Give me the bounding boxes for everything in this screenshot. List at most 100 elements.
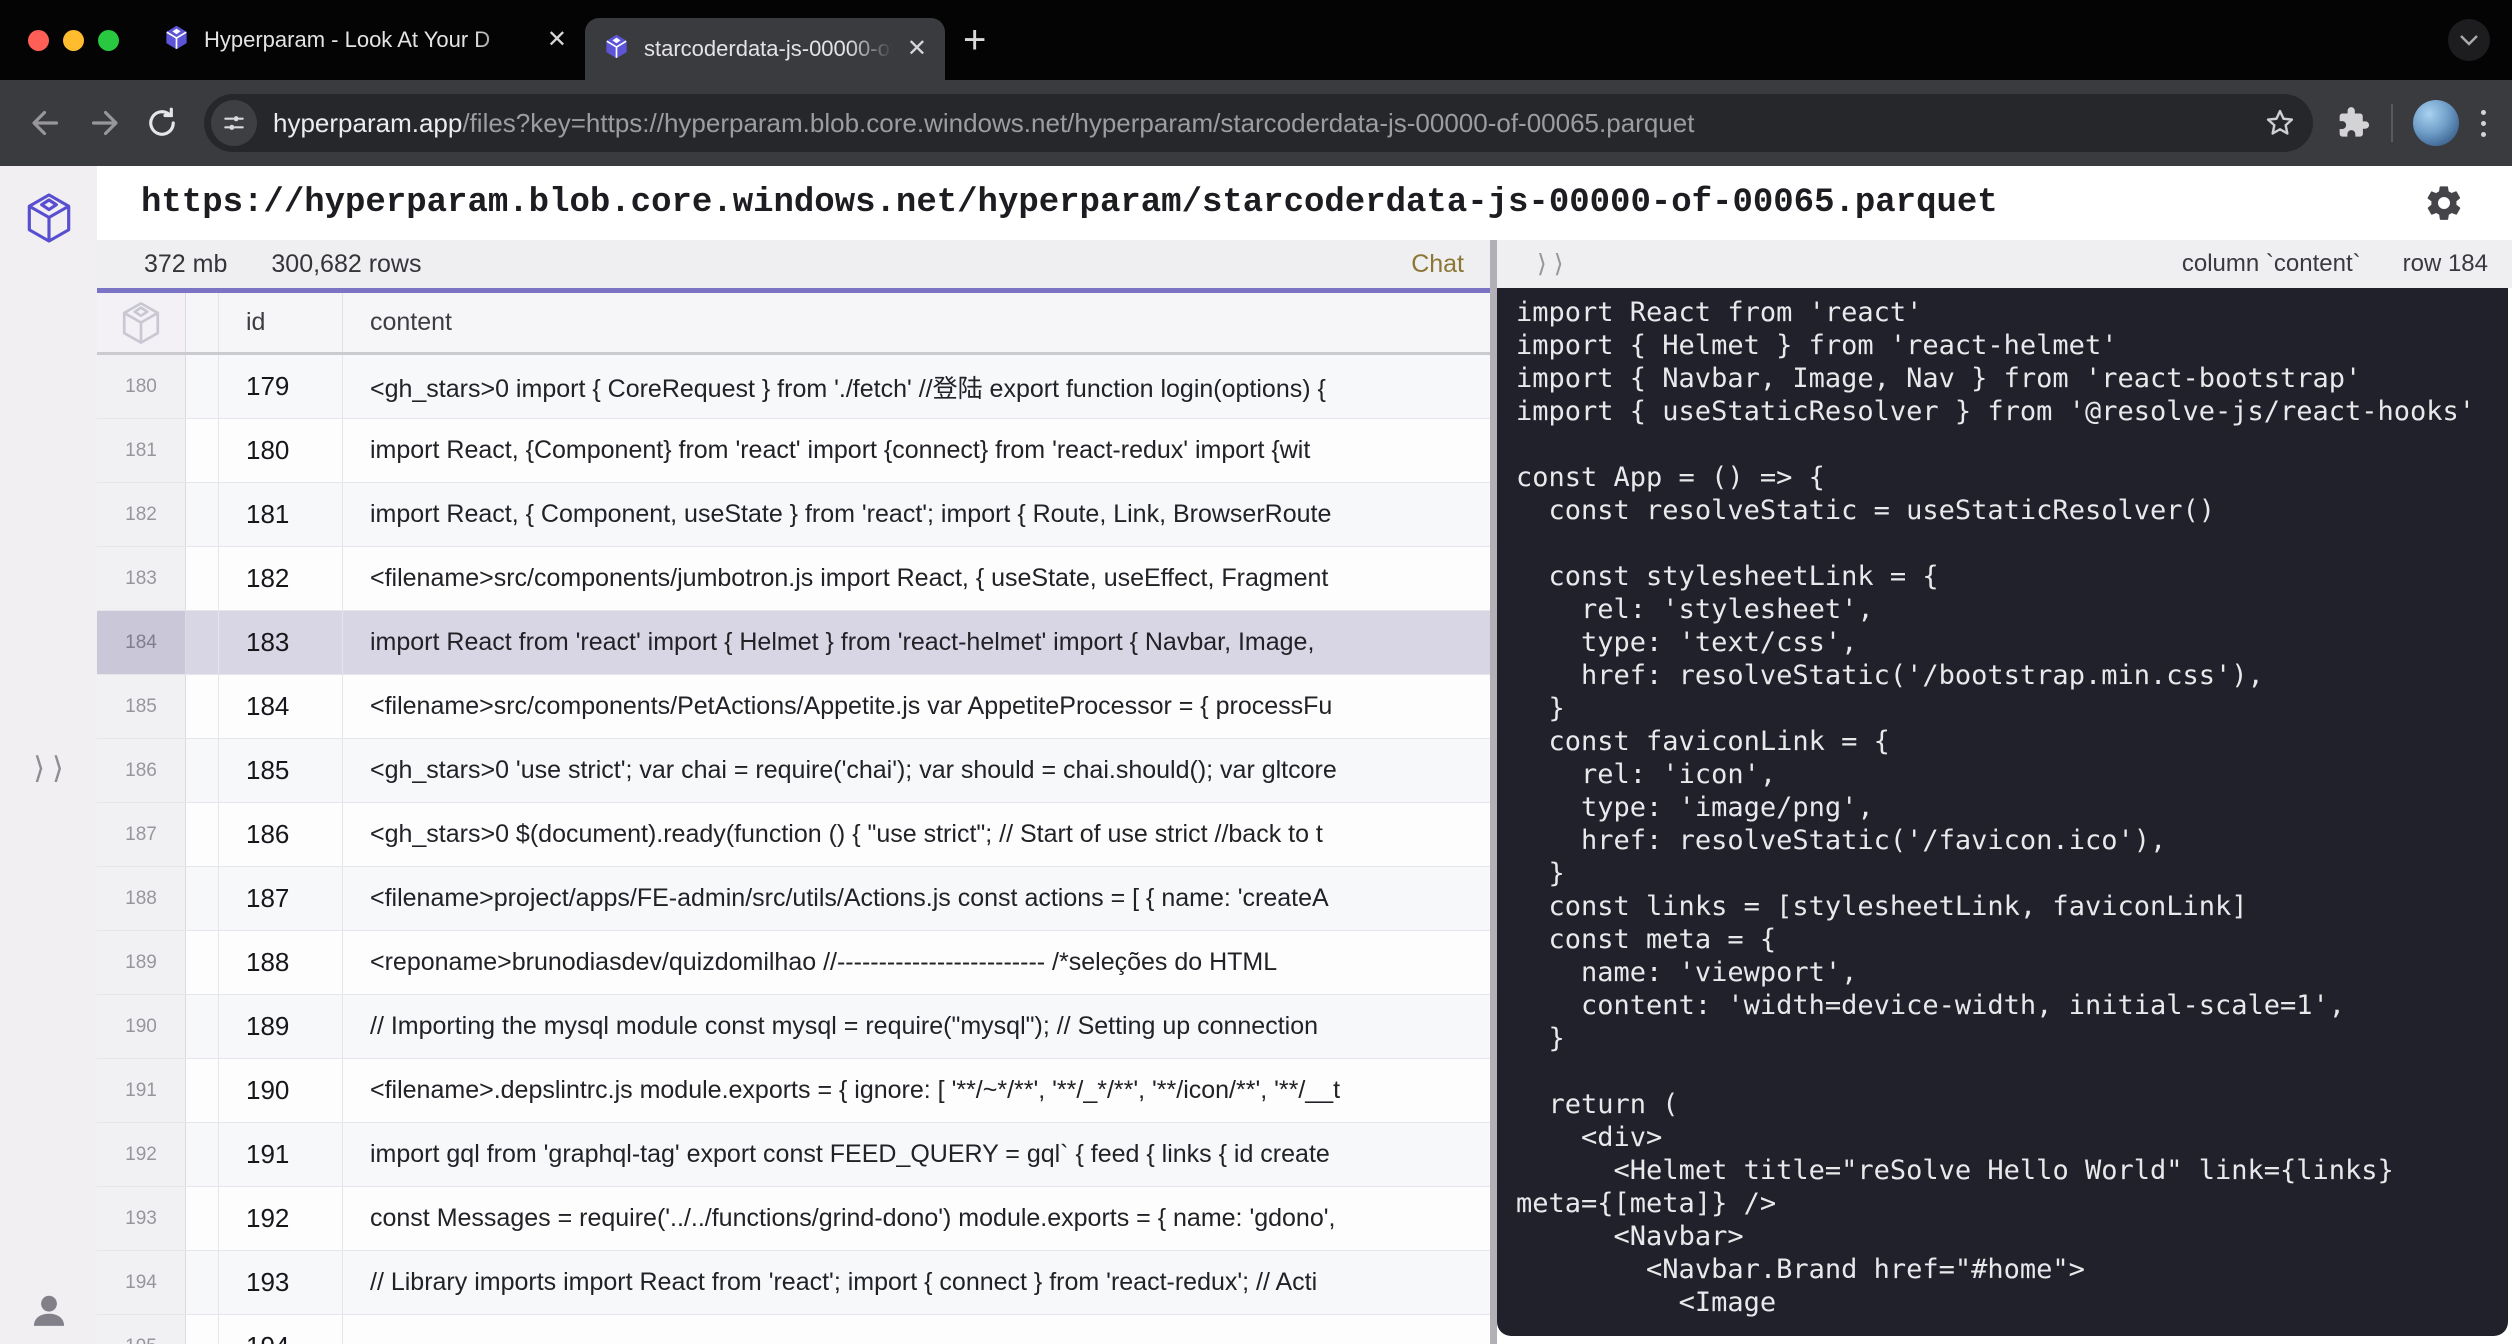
hyperparam-favicon-icon [163, 24, 190, 56]
tab-search-chevron-button[interactable] [2448, 19, 2490, 61]
row-content-cell[interactable]: import React, {Component} from 'react' i… [343, 419, 1490, 482]
row-number-cell[interactable]: 188 [97, 867, 186, 930]
row-number-cell[interactable]: 186 [97, 739, 186, 802]
row-number-cell[interactable]: 184 [97, 611, 186, 674]
row-content-cell[interactable]: import gql from 'graphql-tag' export con… [343, 1123, 1490, 1186]
column-header-id[interactable]: id [219, 293, 343, 352]
row-id-cell[interactable]: 193 [219, 1251, 343, 1314]
header-spacer-cell [186, 293, 219, 352]
address-bar[interactable]: hyperparam.app/files?key=https://hyperpa… [204, 94, 2313, 152]
table-row[interactable]: 192 191 import gql from 'graphql-tag' ex… [97, 1123, 1490, 1187]
row-content-cell[interactable]: <filename>.depslintrc.js module.exports … [343, 1059, 1490, 1122]
hyperparam-logo-icon[interactable] [22, 191, 76, 250]
zoom-window-button[interactable] [98, 30, 119, 51]
row-content-cell[interactable]: import React from 'react' import { Helme… [343, 611, 1490, 674]
browser-menu-button[interactable] [2475, 104, 2492, 143]
sidebar-collapse-chevrons[interactable]: ⟩⟩ [26, 751, 70, 786]
table-row[interactable]: 181 180 import React, {Component} from '… [97, 419, 1490, 483]
row-id-cell[interactable]: 182 [219, 547, 343, 610]
table-row[interactable]: 187 186 <gh_stars>0 $(document).ready(fu… [97, 803, 1490, 867]
table-row[interactable]: 189 188 <reponame>brunodiasdev/quizdomil… [97, 931, 1490, 995]
row-id-cell[interactable]: 188 [219, 931, 343, 994]
row-id-cell[interactable]: 190 [219, 1059, 343, 1122]
row-id-cell[interactable]: 187 [219, 867, 343, 930]
row-number-cell[interactable]: 189 [97, 931, 186, 994]
close-window-button[interactable] [28, 30, 49, 51]
back-button[interactable] [20, 97, 72, 149]
table-row[interactable]: 194 193 // Library imports import React … [97, 1251, 1490, 1315]
row-number-cell[interactable]: 195 [97, 1315, 186, 1344]
settings-gear-button[interactable] [2424, 183, 2464, 228]
table-row[interactable]: 188 187 <filename>project/apps/FE-admin/… [97, 867, 1490, 931]
row-number-cell[interactable]: 182 [97, 483, 186, 546]
tab-hyperparam-home[interactable]: Hyperparam - Look At Your D ✕ [145, 0, 585, 80]
row-number-cell[interactable]: 183 [97, 547, 186, 610]
row-content-cell[interactable]: const Messages = require('../../function… [343, 1187, 1490, 1250]
forward-button[interactable] [78, 97, 130, 149]
corner-logo-cell[interactable] [97, 293, 186, 352]
minimize-window-button[interactable] [63, 30, 84, 51]
row-id-cell[interactable]: 192 [219, 1187, 343, 1250]
row-content-cell[interactable]: <gh_stars>0 'use strict'; var chai = req… [343, 739, 1490, 802]
row-id-cell[interactable]: 181 [219, 483, 343, 546]
extensions-icon[interactable] [2333, 104, 2371, 142]
bookmark-star-icon[interactable] [2263, 106, 2297, 140]
table-row[interactable]: 183 182 <filename>src/components/jumbotr… [97, 547, 1490, 611]
row-id-cell[interactable]: 189 [219, 995, 343, 1058]
row-content-cell[interactable]: <filename>src/components/PetActions/Appe… [343, 675, 1490, 738]
row-number-cell[interactable]: 190 [97, 995, 186, 1058]
new-tab-button[interactable]: + [959, 20, 990, 60]
row-number-cell[interactable]: 191 [97, 1059, 186, 1122]
row-number-cell[interactable]: 180 [97, 355, 186, 418]
table-row[interactable]: 182 181 import React, { Component, useSt… [97, 483, 1490, 547]
row-content-cell[interactable] [343, 1315, 1490, 1344]
table-row[interactable]: 191 190 <filename>.depslintrc.js module.… [97, 1059, 1490, 1123]
row-content-cell[interactable]: <gh_stars>0 import { CoreRequest } from … [343, 355, 1490, 418]
row-id-cell[interactable]: 179 [219, 355, 343, 418]
url-text[interactable]: hyperparam.app/files?key=https://hyperpa… [273, 108, 2263, 139]
row-content-cell[interactable]: <filename>project/apps/FE-admin/src/util… [343, 867, 1490, 930]
column-header-content[interactable]: content [343, 293, 1490, 352]
tab-starcoderdata-active[interactable]: starcoderdata-js-00000-of-0 ✕ [585, 18, 945, 80]
row-number-cell[interactable]: 193 [97, 1187, 186, 1250]
row-id-cell[interactable]: 184 [219, 675, 343, 738]
row-id-cell[interactable]: 194 [219, 1315, 343, 1344]
chat-button[interactable]: Chat [1411, 250, 1464, 279]
row-spacer-cell [186, 867, 219, 930]
row-content-cell[interactable]: // Library imports import React from 're… [343, 1251, 1490, 1314]
table-row[interactable]: 190 189 // Importing the mysql module co… [97, 995, 1490, 1059]
row-spacer-cell [186, 355, 219, 418]
row-number-cell[interactable]: 185 [97, 675, 186, 738]
table-row[interactable]: 193 192 const Messages = require('../../… [97, 1187, 1490, 1251]
table-row[interactable]: 185 184 <filename>src/components/PetActi… [97, 675, 1490, 739]
row-number-cell[interactable]: 181 [97, 419, 186, 482]
table-row[interactable]: 186 185 <gh_stars>0 'use strict'; var ch… [97, 739, 1490, 803]
panel-resize-divider[interactable] [1490, 240, 1497, 1344]
row-id-cell[interactable]: 183 [219, 611, 343, 674]
table-row[interactable]: 180 179 <gh_stars>0 import { CoreRequest… [97, 355, 1490, 419]
row-id-cell[interactable]: 186 [219, 803, 343, 866]
row-id-cell[interactable]: 185 [219, 739, 343, 802]
close-tab-icon[interactable]: ✕ [907, 37, 927, 61]
row-content-cell[interactable]: <filename>src/components/jumbotron.js im… [343, 547, 1490, 610]
close-tab-icon[interactable]: ✕ [547, 28, 567, 52]
row-spacer-cell [186, 931, 219, 994]
row-id-cell[interactable]: 180 [219, 419, 343, 482]
app-sidebar: ⟩⟩ [0, 166, 97, 1344]
table-row[interactable]: 184 183 import React from 'react' import… [97, 611, 1490, 675]
table-row[interactable]: 195 194 [97, 1315, 1490, 1344]
row-content-cell[interactable]: import React, { Component, useState } fr… [343, 483, 1490, 546]
reload-button[interactable] [136, 97, 188, 149]
row-spacer-cell [186, 803, 219, 866]
row-number-cell[interactable]: 187 [97, 803, 186, 866]
person-icon[interactable] [30, 1291, 68, 1334]
row-content-cell[interactable]: <reponame>brunodiasdev/quizdomilhao //--… [343, 931, 1490, 994]
profile-avatar[interactable] [2413, 100, 2459, 146]
row-content-cell[interactable]: // Importing the mysql module const mysq… [343, 995, 1490, 1058]
row-content-cell[interactable]: <gh_stars>0 $(document).ready(function (… [343, 803, 1490, 866]
row-number-cell[interactable]: 192 [97, 1123, 186, 1186]
site-settings-button[interactable] [211, 100, 257, 146]
row-id-cell[interactable]: 191 [219, 1123, 343, 1186]
panel-collapse-chevrons[interactable]: ⟩⟩ [1537, 249, 1571, 279]
row-number-cell[interactable]: 194 [97, 1251, 186, 1314]
